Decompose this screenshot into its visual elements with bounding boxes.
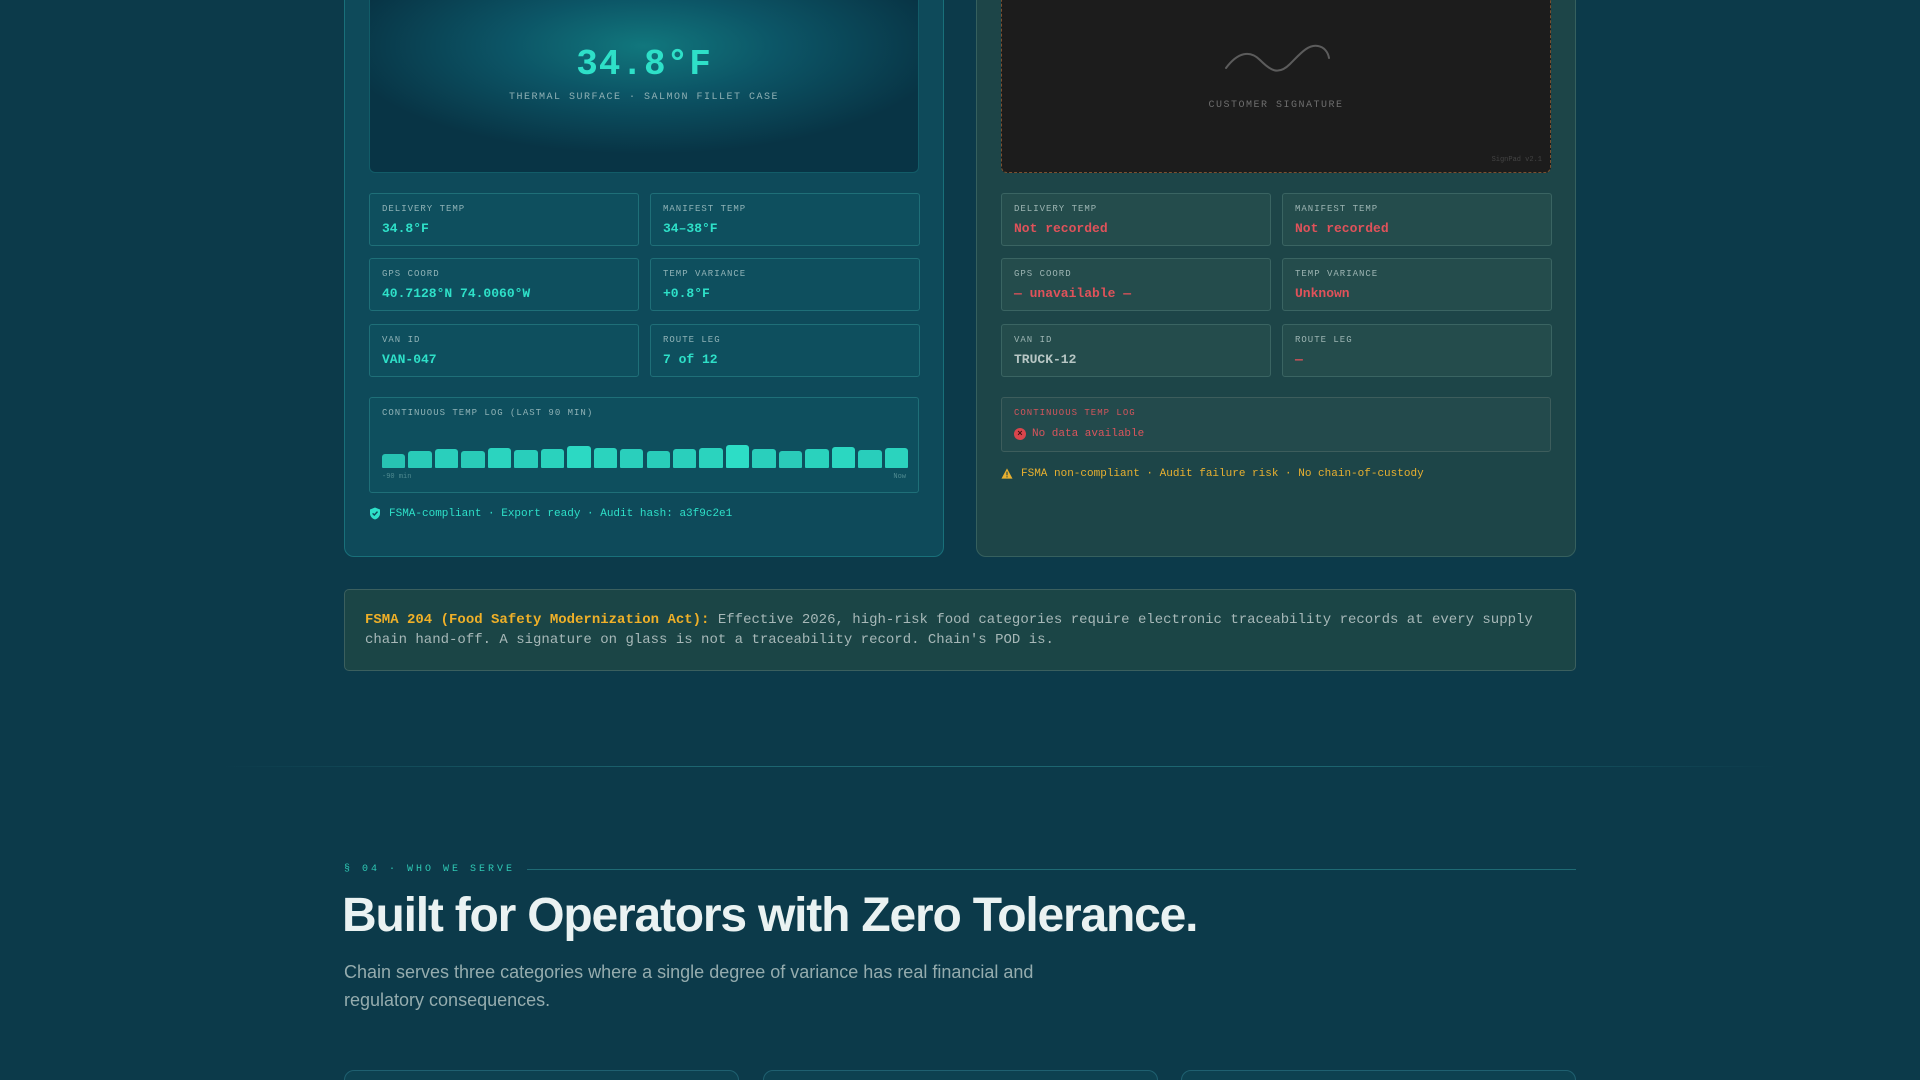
metric-value: — unavailable — — [1014, 286, 1132, 301]
metric-manifest-temp: MANIFEST TEMP Not recorded — [1282, 193, 1552, 246]
metric-delivery-temp: DELIVERY TEMP 34.8°F — [369, 193, 639, 246]
metric-label: ROUTE LEG — [663, 335, 721, 345]
signature-scribble — [1225, 44, 1330, 72]
section-divider — [220, 766, 1780, 767]
metric-van-id: VAN ID VAN-047 — [369, 324, 639, 377]
warning-icon — [1001, 468, 1013, 479]
thermal-image: 34.8°F THERMAL SURFACE · SALMON FILLET C… — [369, 0, 919, 173]
chain-pod-panel: 34.8°F THERMAL SURFACE · SALMON FILLET C… — [344, 0, 944, 557]
temp-log-bar — [408, 451, 432, 468]
temp-log-bar — [567, 446, 591, 468]
metric-label: MANIFEST TEMP — [1295, 204, 1379, 214]
category-card[interactable] — [344, 1070, 739, 1080]
fsma-note-heading: FSMA 204 (Food Safety Modernization Act)… — [365, 612, 710, 628]
metric-value: TRUCK-12 — [1014, 352, 1077, 367]
metric-gps-coord: GPS COORD 40.7128°N 74.0060°W — [369, 258, 639, 311]
metric-value: +0.8°F — [663, 286, 710, 301]
compliance-status-text: FSMA non-compliant · Audit failure risk … — [1021, 467, 1424, 480]
temp-log-bar — [514, 450, 538, 468]
no-data-text: No data available — [1032, 428, 1145, 440]
metric-label: VAN ID — [1014, 335, 1053, 345]
metric-manifest-temp: MANIFEST TEMP 34–38°F — [650, 193, 920, 246]
thermal-reading: 34.8°F — [576, 44, 712, 85]
compliance-status: FSMA non-compliant · Audit failure risk … — [1001, 467, 1424, 480]
metric-label: TEMP VARIANCE — [1295, 269, 1379, 279]
temp-log-bar — [884, 448, 908, 468]
temp-log-bar — [858, 450, 882, 468]
metric-value: — — [1295, 352, 1303, 367]
fsma-note: FSMA 204 (Food Safety Modernization Act)… — [344, 589, 1576, 671]
metric-value: Not recorded — [1295, 221, 1389, 236]
metric-label: MANIFEST TEMP — [663, 204, 747, 214]
category-card[interactable] — [1181, 1070, 1576, 1080]
section-eyebrow-text: § 04 · WHO WE SERVE — [344, 864, 516, 875]
temp-log-bar — [434, 449, 459, 468]
temp-log-bar — [778, 451, 803, 468]
section-title: Built for Operators with Zero Tolerance. — [342, 889, 1198, 942]
temp-log-label: CONTINUOUS TEMP LOG — [1014, 408, 1136, 418]
metric-value: 40.7128°N 74.0060°W — [382, 286, 531, 301]
temp-log-label: CONTINUOUS TEMP LOG (LAST 90 MIN) — [382, 408, 594, 418]
temp-log-bar — [699, 448, 723, 468]
metric-label: GPS COORD — [382, 269, 440, 279]
temp-log-bar — [672, 449, 697, 468]
signature-pad: CUSTOMER SIGNATURE SignPad v2.1 — [1001, 0, 1551, 173]
signature-caption: CUSTOMER SIGNATURE — [1208, 100, 1344, 111]
temp-log-chart: CONTINUOUS TEMP LOG (LAST 90 MIN) -90 mi… — [369, 397, 919, 493]
section-subtitle: Chain serves three categories where a si… — [344, 962, 1034, 1010]
temp-log-bar — [540, 449, 565, 468]
thermal-caption: THERMAL SURFACE · SALMON FILLET CASE — [508, 92, 780, 103]
temp-log-bar — [461, 451, 485, 468]
temp-log-bar — [487, 448, 512, 468]
metric-label: GPS COORD — [1014, 269, 1072, 279]
signature-pad-brand: SignPad v2.1 — [1491, 156, 1542, 164]
error-circle-icon: × — [1014, 428, 1026, 440]
page: 34.8°F THERMAL SURFACE · SALMON FILLET C… — [0, 0, 1920, 1080]
temp-log-empty: CONTINUOUS TEMP LOG × No data available — [1001, 397, 1551, 452]
metric-label: TEMP VARIANCE — [663, 269, 747, 279]
metric-label: ROUTE LEG — [1295, 335, 1353, 345]
metric-temp-variance: TEMP VARIANCE Unknown — [1282, 258, 1552, 311]
metric-route-leg: ROUTE LEG — — [1282, 324, 1552, 377]
temp-log-bar — [831, 447, 856, 468]
metric-label: VAN ID — [382, 335, 421, 345]
temp-log-bar — [725, 445, 750, 468]
metric-van-id: VAN ID TRUCK-12 — [1001, 324, 1271, 377]
metric-value: Not recorded — [1014, 221, 1108, 236]
metric-value: 34.8°F — [382, 221, 429, 236]
temp-log-bar — [593, 448, 618, 468]
metric-temp-variance: TEMP VARIANCE +0.8°F — [650, 258, 920, 311]
compliance-status: FSMA-compliant · Export ready · Audit ha… — [369, 507, 732, 520]
metric-value: VAN-047 — [382, 352, 437, 367]
temp-log-bar — [382, 454, 406, 468]
eyebrow-rule — [527, 869, 1576, 870]
metric-delivery-temp: DELIVERY TEMP Not recorded — [1001, 193, 1271, 246]
no-data-message: × No data available — [1014, 428, 1144, 440]
temp-log-bar — [620, 449, 644, 468]
metric-value: 7 of 12 — [663, 352, 718, 367]
signature-pod-panel: CUSTOMER SIGNATURE SignPad v2.1 DELIVERY… — [976, 0, 1576, 557]
category-card[interactable] — [763, 1070, 1158, 1080]
metric-value: Unknown — [1295, 286, 1350, 301]
compliance-status-text: FSMA-compliant · Export ready · Audit ha… — [389, 507, 733, 520]
temp-log-axis-start: -90 min — [382, 473, 412, 481]
temp-log-bar — [805, 449, 829, 468]
temp-log-axis-end: Now — [893, 473, 906, 481]
metric-value: 34–38°F — [663, 221, 718, 236]
metric-gps-coord: GPS COORD — unavailable — — [1001, 258, 1271, 311]
temp-log-bar — [646, 451, 670, 468]
shield-check-icon — [370, 507, 380, 520]
section-eyebrow: § 04 · WHO WE SERVE — [344, 864, 1576, 875]
metric-label: DELIVERY TEMP — [382, 204, 466, 214]
temp-log-bars — [382, 438, 908, 468]
metric-route-leg: ROUTE LEG 7 of 12 — [650, 324, 920, 377]
temp-log-bar — [752, 449, 776, 468]
metric-label: DELIVERY TEMP — [1014, 204, 1098, 214]
